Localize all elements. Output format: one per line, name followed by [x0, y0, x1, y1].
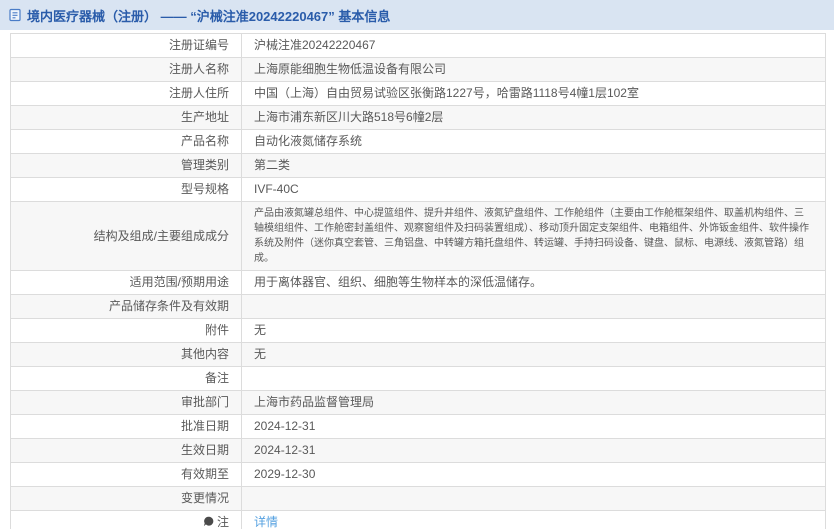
- row-value: 2024-12-31: [241, 438, 826, 463]
- row-label: 型号规格: [180, 182, 229, 196]
- row-value: 上海市浦东新区川大路518号6幢2层: [241, 105, 826, 130]
- row-value: 产品由液氮罐总组件、中心提篮组件、提升井组件、液氮铲盘组件、工作舱组件（主要由工…: [241, 201, 826, 271]
- row-value: [241, 486, 826, 511]
- document-icon: [8, 8, 22, 22]
- detail-link[interactable]: 详情: [254, 515, 278, 529]
- page-header: 境内医疗器械（注册） —— “沪械注准20242220467” 基本信息: [0, 0, 834, 30]
- row-value: 无: [241, 342, 826, 367]
- row-value: 上海市药品监督管理局: [241, 390, 826, 415]
- row-value: 用于离体器官、组织、细胞等生物样本的深低温储存。: [241, 270, 826, 295]
- table-row: 管理类别 第二类: [10, 153, 826, 178]
- row-label: 产品储存条件及有效期: [108, 299, 229, 313]
- row-value: 中国（上海）自由贸易试验区张衡路1227号，哈雷路1118号4幢1层102室: [241, 81, 826, 106]
- row-label: 批准日期: [180, 419, 229, 433]
- table-row: 生产地址 上海市浦东新区川大路518号6幢2层: [10, 105, 826, 130]
- row-value: 上海原能细胞生物低温设备有限公司: [241, 57, 826, 82]
- table-row: 型号规格 IVF-40C: [10, 177, 826, 202]
- row-label: 管理类别: [180, 158, 229, 172]
- row-label: 注册证编号: [168, 38, 229, 52]
- row-label: 变更情况: [180, 491, 229, 505]
- row-value: 无: [241, 318, 826, 343]
- row-label: 注: [216, 515, 229, 529]
- row-label: 注册人住所: [168, 86, 229, 100]
- row-label: 有效期至: [180, 467, 229, 481]
- table-row: 备注: [10, 366, 826, 391]
- table-row: 注册人名称 上海原能细胞生物低温设备有限公司: [10, 57, 826, 82]
- table-row: 产品储存条件及有效期: [10, 294, 826, 319]
- note-icon: [203, 516, 214, 527]
- row-label: 适用范围/预期用途: [129, 275, 229, 289]
- page-title: 境内医疗器械（注册） —— “沪械注准20242220467” 基本信息: [27, 8, 391, 24]
- table-row: 注 详情: [10, 510, 826, 529]
- row-value: [241, 366, 826, 391]
- row-value: 第二类: [241, 153, 826, 178]
- table-row: 其他内容 无: [10, 342, 826, 367]
- row-label: 备注: [204, 371, 229, 385]
- info-table: 注册证编号 沪械注准20242220467 注册人名称 上海原能细胞生物低温设备…: [10, 33, 826, 529]
- table-row: 注册人住所 中国（上海）自由贸易试验区张衡路1227号，哈雷路1118号4幢1层…: [10, 81, 826, 106]
- row-value: 自动化液氮储存系统: [241, 129, 826, 154]
- row-label: 注册人名称: [168, 62, 229, 76]
- row-value: 沪械注准20242220467: [241, 33, 826, 58]
- table-row: 有效期至 2029-12-30: [10, 462, 826, 487]
- row-label: 结构及组成/主要组成成分: [93, 228, 229, 243]
- row-value: IVF-40C: [241, 177, 826, 202]
- table-row: 变更情况: [10, 486, 826, 511]
- row-label: 其他内容: [180, 347, 229, 361]
- table-row: 生效日期 2024-12-31: [10, 438, 826, 463]
- row-value: 2024-12-31: [241, 414, 826, 439]
- row-label: 产品名称: [180, 134, 229, 148]
- row-value: 详情: [241, 510, 826, 529]
- table-row: 批准日期 2024-12-31: [10, 414, 826, 439]
- table-row: 附件 无: [10, 318, 826, 343]
- row-value: [241, 294, 826, 319]
- info-table-body: 注册证编号 沪械注准20242220467 注册人名称 上海原能细胞生物低温设备…: [10, 33, 826, 529]
- row-label: 附件: [204, 323, 229, 337]
- row-label: 审批部门: [180, 395, 229, 409]
- table-row: 审批部门 上海市药品监督管理局: [10, 390, 826, 415]
- table-row: 结构及组成/主要组成成分 产品由液氮罐总组件、中心提篮组件、提升井组件、液氮铲盘…: [10, 201, 826, 271]
- row-value: 2029-12-30: [241, 462, 826, 487]
- row-label: 生效日期: [180, 443, 229, 457]
- table-row: 产品名称 自动化液氮储存系统: [10, 129, 826, 154]
- row-label: 生产地址: [180, 110, 229, 124]
- table-row: 适用范围/预期用途 用于离体器官、组织、细胞等生物样本的深低温储存。: [10, 270, 826, 295]
- table-row: 注册证编号 沪械注准20242220467: [10, 33, 826, 58]
